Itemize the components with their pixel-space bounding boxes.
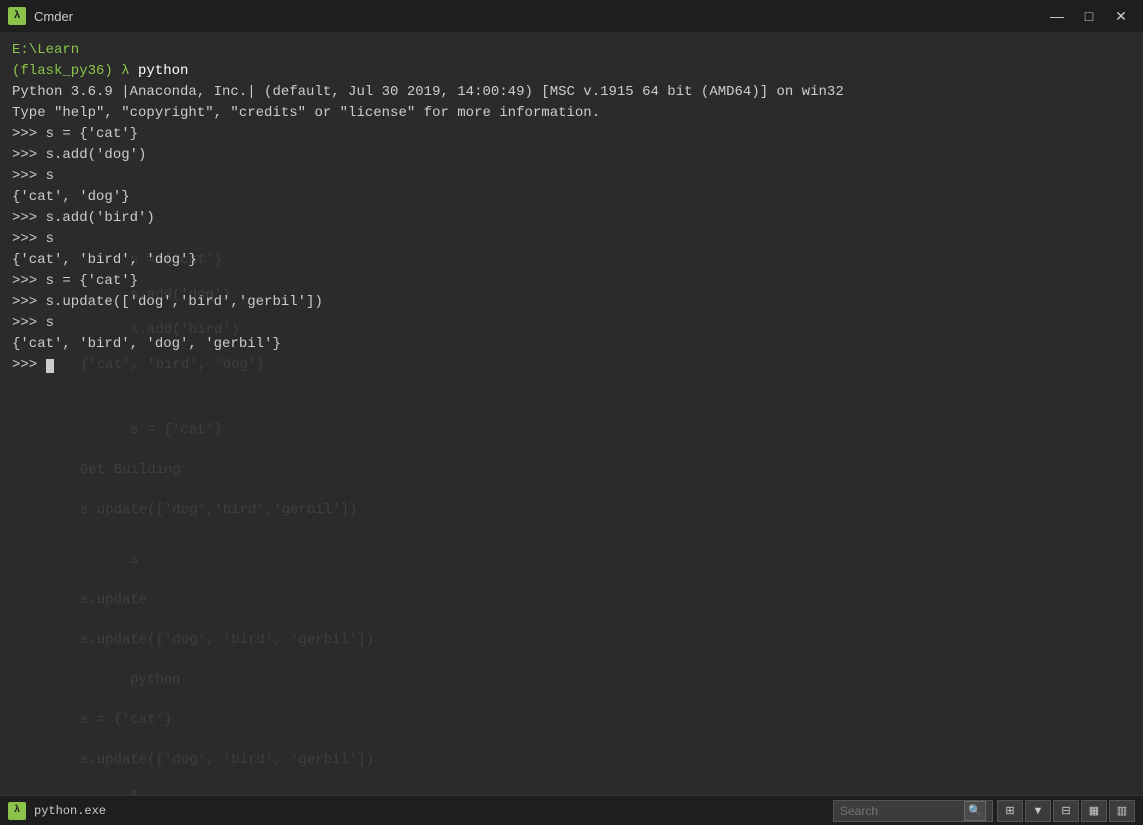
terminal-line: >>> s.add('dog') [12, 145, 1131, 166]
toolbar-btn-5[interactable]: ▥ [1109, 800, 1135, 822]
toolbar-btn-2[interactable]: ▼ [1025, 800, 1051, 822]
status-right: 🔍 ⊞ ▼ ⊟ ▦ ▥ [833, 800, 1135, 822]
ghost-text: python [130, 672, 180, 688]
terminal-line: >>> s [12, 229, 1131, 250]
terminal-line: {'cat', 'bird', 'dog'} [12, 250, 1131, 271]
terminal-area[interactable]: s = {'cat'}s.add('dog')s.add('bird'){'ca… [0, 32, 1143, 795]
ghost-text: s [130, 552, 138, 568]
ghost-text: s = {'cat'} [130, 422, 222, 438]
maximize-button[interactable]: □ [1075, 6, 1103, 26]
ghost-text: s.update [80, 592, 147, 608]
terminal-line: {'cat', 'bird', 'dog', 'gerbil'} [12, 334, 1131, 355]
terminal-line: >>> s.update(['dog','bird','gerbil']) [12, 292, 1131, 313]
terminal-line: (flask_py36) λ python [12, 61, 1131, 82]
search-button[interactable]: 🔍 [964, 801, 986, 821]
terminal-line: >>> s [12, 313, 1131, 334]
ghost-text: s.update(['dog','bird','gerbil']) [80, 502, 357, 518]
window-controls: — □ ✕ [1043, 6, 1135, 26]
terminal-line: Python 3.6.9 |Anaconda, Inc.| (default, … [12, 82, 1131, 103]
terminal-line: >>> s [12, 166, 1131, 187]
terminal-line: {'cat', 'dog'} [12, 187, 1131, 208]
terminal-line: >>> s = {'cat'} [12, 124, 1131, 145]
search-input[interactable] [840, 804, 960, 818]
cursor [46, 359, 54, 373]
terminal-content: E:\Learn(flask_py36) λ pythonPython 3.6.… [12, 40, 1131, 376]
title-bar-left: λ Cmder [8, 7, 73, 25]
ghost-text: s [130, 787, 138, 795]
status-icon: λ [8, 802, 26, 820]
toolbar-group: ⊞ ▼ ⊟ ▦ ▥ [997, 800, 1135, 822]
terminal-line: Type "help", "copyright", "credits" or "… [12, 103, 1131, 124]
ghost-text: s = {'cat'} [80, 712, 172, 728]
ghost-text: s.update(['dog', 'bird', 'gerbil']) [80, 632, 374, 648]
status-bar: λ python.exe 🔍 ⊞ ▼ ⊟ ▦ ▥ [0, 795, 1143, 825]
toolbar-btn-4[interactable]: ▦ [1081, 800, 1107, 822]
app-icon: λ [8, 7, 26, 25]
ghost-text: Get Building [80, 462, 181, 478]
window-title: Cmder [34, 9, 73, 24]
terminal-line: >>> [12, 355, 1131, 376]
close-button[interactable]: ✕ [1107, 6, 1135, 26]
toolbar-btn-1[interactable]: ⊞ [997, 800, 1023, 822]
status-left: λ python.exe [8, 802, 106, 820]
terminal-line: >>> s.add('bird') [12, 208, 1131, 229]
status-process: python.exe [34, 804, 106, 818]
terminal-line: >>> s = {'cat'} [12, 271, 1131, 292]
minimize-button[interactable]: — [1043, 6, 1071, 26]
title-bar: λ Cmder — □ ✕ [0, 0, 1143, 32]
ghost-text: s.update(['dog', 'bird', 'gerbil']) [80, 752, 374, 768]
search-box[interactable]: 🔍 [833, 800, 993, 822]
terminal-line: E:\Learn [12, 40, 1131, 61]
toolbar-btn-3[interactable]: ⊟ [1053, 800, 1079, 822]
